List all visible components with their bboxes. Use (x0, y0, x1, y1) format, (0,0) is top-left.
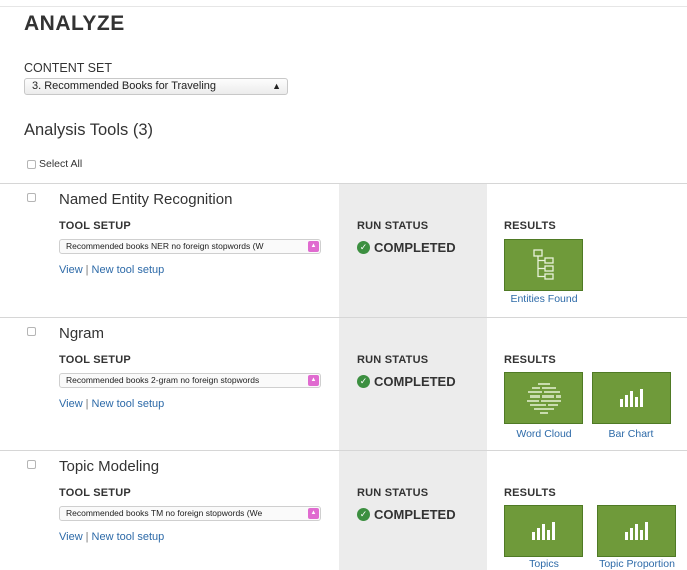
tool-checkbox[interactable] (27, 193, 36, 202)
check-circle-icon: ✓ (357, 375, 370, 388)
run-status-text: COMPLETED (374, 507, 456, 522)
result-link-bar-chart[interactable]: Bar Chart (581, 428, 681, 440)
result-link-topics[interactable]: Topics (494, 558, 594, 570)
select-arrow-icon: ▲ (308, 375, 319, 386)
content-set-value: 3. Recommended Books for Traveling (32, 80, 217, 92)
tool-setup-select[interactable]: Recommended books TM no foreign stopword… (59, 506, 321, 521)
result-link-entities-found[interactable]: Entities Found (494, 293, 594, 305)
tool-checkbox[interactable] (27, 460, 36, 469)
link-separator: | (85, 264, 89, 276)
tool-setup-value: Recommended books TM no foreign stopword… (66, 508, 263, 518)
tool-checkbox[interactable] (27, 327, 36, 336)
run-status: ✓ COMPLETED (357, 507, 456, 522)
run-status-text: COMPLETED (374, 240, 456, 255)
tool-setup-header: TOOL SETUP (59, 487, 131, 499)
content-set-label: CONTENT SET (24, 61, 112, 75)
content-set-select[interactable]: 3. Recommended Books for Traveling ▲︎ (24, 78, 288, 95)
result-tile-entities-found[interactable] (504, 239, 583, 291)
tool-setup-select[interactable]: Recommended books NER no foreign stopwor… (59, 239, 321, 254)
tool-row-named-entity-recognition: Named Entity Recognition TOOL SETUP Reco… (0, 183, 687, 317)
run-status-header: RUN STATUS (357, 487, 429, 499)
select-all-label: Select All (39, 158, 83, 170)
result-tile-word-cloud[interactable] (504, 372, 583, 424)
tool-setup-header: TOOL SETUP (59, 354, 131, 366)
run-status: ✓ COMPLETED (357, 374, 456, 389)
check-circle-icon: ✓ (357, 508, 370, 521)
run-status: ✓ COMPLETED (357, 240, 456, 255)
results-header: RESULTS (504, 487, 556, 499)
word-cloud-icon (526, 383, 561, 414)
run-status-header: RUN STATUS (357, 354, 429, 366)
link-separator: | (85, 531, 89, 543)
check-circle-icon: ✓ (357, 241, 370, 254)
view-link[interactable]: View (59, 264, 83, 276)
analysis-tools-title: Analysis Tools (3) (24, 121, 153, 139)
bar-chart-icon (619, 389, 643, 407)
result-link-topic-proportion[interactable]: Topic Proportion (587, 558, 687, 570)
run-status-text: COMPLETED (374, 374, 456, 389)
select-arrows-icon: ▲︎ (272, 81, 281, 91)
results-header: RESULTS (504, 354, 556, 366)
tool-name: Topic Modeling (59, 458, 160, 475)
select-all-checkbox[interactable] (27, 159, 36, 169)
tool-setup-header: TOOL SETUP (59, 220, 131, 232)
link-separator: | (85, 398, 89, 410)
run-status-header: RUN STATUS (357, 220, 429, 232)
tree-icon (532, 249, 554, 280)
page-title: ANALYZE (24, 12, 125, 35)
setup-links: View | New tool setup (59, 531, 164, 543)
select-arrow-icon: ▲ (308, 241, 319, 252)
top-divider (0, 6, 687, 7)
select-arrow-icon: ▲ (308, 508, 319, 519)
tool-row-topic-modeling: Topic Modeling TOOL SETUP Recommended bo… (0, 450, 687, 570)
view-link[interactable]: View (59, 398, 83, 410)
view-link[interactable]: View (59, 531, 83, 543)
select-all[interactable]: Select All (27, 158, 82, 170)
bar-chart-icon (531, 522, 555, 540)
tool-setup-value: Recommended books 2-gram no foreign stop… (66, 375, 260, 385)
tool-name: Named Entity Recognition (59, 191, 233, 208)
result-tile-bar-chart[interactable] (592, 372, 671, 424)
tool-setup-select[interactable]: Recommended books 2-gram no foreign stop… (59, 373, 321, 388)
setup-links: View | New tool setup (59, 264, 164, 276)
new-tool-setup-link[interactable]: New tool setup (92, 398, 165, 410)
tool-name: Ngram (59, 325, 105, 342)
tool-row-ngram: Ngram TOOL SETUP Recommended books 2-gra… (0, 317, 687, 450)
new-tool-setup-link[interactable]: New tool setup (92, 531, 165, 543)
results-header: RESULTS (504, 220, 556, 232)
result-tile-topic-proportion[interactable] (597, 505, 676, 557)
bar-chart-icon (624, 522, 648, 540)
tool-setup-value: Recommended books NER no foreign stopwor… (66, 241, 264, 251)
setup-links: View | New tool setup (59, 398, 164, 410)
new-tool-setup-link[interactable]: New tool setup (92, 264, 165, 276)
result-link-word-cloud[interactable]: Word Cloud (494, 428, 594, 440)
result-tile-topics[interactable] (504, 505, 583, 557)
